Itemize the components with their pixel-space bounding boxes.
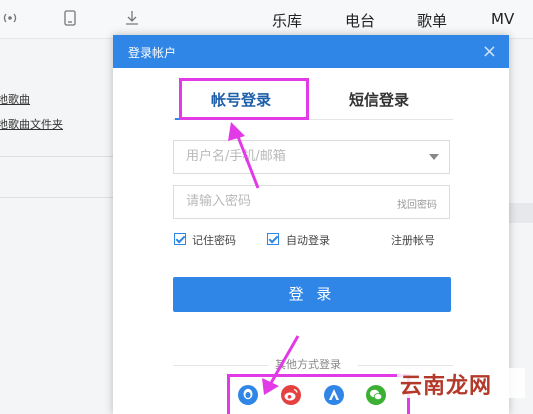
watermark-text: 云南龙网 bbox=[400, 373, 493, 399]
annotation-arrows bbox=[228, 122, 300, 395]
arrow-to-tab bbox=[228, 122, 260, 189]
arrow-to-social bbox=[262, 335, 300, 395]
